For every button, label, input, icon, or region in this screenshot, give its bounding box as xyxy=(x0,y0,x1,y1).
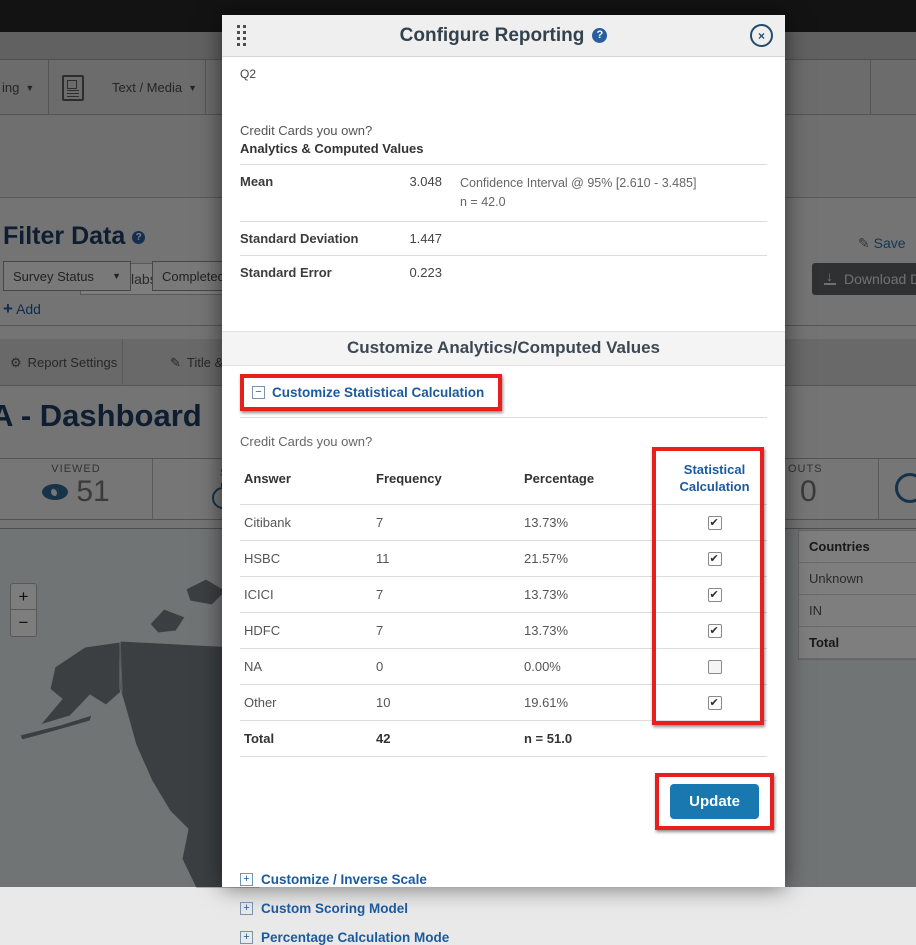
stddev-label: Standard Deviation xyxy=(240,231,392,246)
collapse-icon[interactable]: − xyxy=(252,386,265,399)
customize-statistical-calculation-link[interactable]: − Customize Statistical Calculation xyxy=(240,374,502,411)
table-row: HDFC 7 13.73% ✔ xyxy=(240,613,767,649)
stat-calc-checkbox[interactable]: ✔ xyxy=(708,696,722,710)
custom-scoring-model-link[interactable]: + Custom Scoring Model xyxy=(240,901,767,916)
analytics-row-mean: Mean 3.048 Confidence Interval @ 95% [2.… xyxy=(240,164,767,221)
confidence-interval: Confidence Interval @ 95% [2.610 - 3.485… xyxy=(460,174,696,212)
dialog-body: Q2 Credit Cards you own? Analytics & Com… xyxy=(222,57,785,945)
frequency-link[interactable]: 7 xyxy=(372,613,520,649)
dialog-title: Configure Reporting ? xyxy=(400,25,608,47)
table-row: Citibank 7 13.73% ✔ xyxy=(240,505,767,541)
expand-icon[interactable]: + xyxy=(240,931,253,944)
percentage-header: Percentage xyxy=(520,453,662,505)
frequency-link[interactable]: 11 xyxy=(372,541,520,577)
total-label: Total xyxy=(240,721,372,757)
more-customize-links: + Customize / Inverse Scale + Custom Sco… xyxy=(240,872,767,945)
table-header-row: Answer Frequency Percentage Statistical … xyxy=(240,453,767,505)
percentage-cell: 13.73% xyxy=(520,613,662,649)
stat-calc-table-wrap: Answer Frequency Percentage Statistical … xyxy=(240,453,767,758)
answer-cell: NA xyxy=(240,649,372,685)
stat-calc-checkbox[interactable]: ✔ xyxy=(708,660,722,674)
help-icon[interactable]: ? xyxy=(592,28,607,43)
total-n: n = 51.0 xyxy=(520,721,662,757)
table-row: Other 10 19.61% ✔ xyxy=(240,685,767,721)
expand-icon[interactable]: + xyxy=(240,902,253,915)
question-text-repeat: Credit Cards you own? xyxy=(240,434,767,449)
stderr-label: Standard Error xyxy=(240,265,392,280)
stddev-value: 1.447 xyxy=(392,231,442,246)
stat-calc-checkbox[interactable]: ✔ xyxy=(708,624,722,638)
update-button[interactable]: Update xyxy=(670,784,759,819)
percentage-cell: 13.73% xyxy=(520,505,662,541)
frequency-link[interactable]: 7 xyxy=(372,505,520,541)
frequency-link[interactable]: 10 xyxy=(372,685,520,721)
frequency-header: Frequency xyxy=(372,453,520,505)
stat-calc-header: Statistical Calculation xyxy=(662,453,767,505)
table-row: NA 0 0.00% ✔ xyxy=(240,649,767,685)
table-row: ICICI 7 13.73% ✔ xyxy=(240,577,767,613)
stat-calc-label: Customize Statistical Calculation xyxy=(272,385,484,400)
update-button-highlight: Update xyxy=(655,773,774,830)
percentage-cell: 19.61% xyxy=(520,685,662,721)
analytics-heading: Analytics & Computed Values xyxy=(240,141,767,164)
question-code: Q2 xyxy=(240,67,767,81)
customize-section-heading: Customize Analytics/Computed Values xyxy=(222,331,785,366)
answer-cell: ICICI xyxy=(240,577,372,613)
percentage-cell: 0.00% xyxy=(520,649,662,685)
mean-value: 3.048 xyxy=(392,174,442,212)
analytics-row-stderr: Standard Error 0.223 xyxy=(240,255,767,289)
answer-cell: Citibank xyxy=(240,505,372,541)
customize-inverse-scale-link[interactable]: + Customize / Inverse Scale xyxy=(240,872,767,887)
table-row: HSBC 11 21.57% ✔ xyxy=(240,541,767,577)
frequency-link[interactable]: 7 xyxy=(372,577,520,613)
answer-cell: Other xyxy=(240,685,372,721)
answer-cell: HDFC xyxy=(240,613,372,649)
update-button-area: Update xyxy=(240,773,774,830)
close-icon[interactable]: × xyxy=(750,24,773,47)
stat-calc-checkbox[interactable]: ✔ xyxy=(708,588,722,602)
total-frequency: 42 xyxy=(372,721,520,757)
question-text: Credit Cards you own? xyxy=(240,123,767,138)
drag-handle-icon[interactable] xyxy=(237,25,246,46)
stat-calc-table: Answer Frequency Percentage Statistical … xyxy=(240,453,767,758)
divider xyxy=(240,417,767,418)
answer-header: Answer xyxy=(240,453,372,505)
dialog-header: Configure Reporting ? × xyxy=(222,15,785,57)
analytics-row-stddev: Standard Deviation 1.447 xyxy=(240,221,767,255)
table-total-row: Total 42 n = 51.0 xyxy=(240,721,767,757)
stat-calc-checkbox[interactable]: ✔ xyxy=(708,516,722,530)
percentage-cell: 13.73% xyxy=(520,577,662,613)
percentage-cell: 21.57% xyxy=(520,541,662,577)
expand-icon[interactable]: + xyxy=(240,873,253,886)
answer-cell: HSBC xyxy=(240,541,372,577)
mean-label: Mean xyxy=(240,174,392,212)
frequency-link[interactable]: 0 xyxy=(372,649,520,685)
stat-calc-link-wrap: − Customize Statistical Calculation xyxy=(240,374,767,411)
stderr-value: 0.223 xyxy=(392,265,442,280)
configure-reporting-dialog: Configure Reporting ? × Q2 Credit Cards … xyxy=(222,15,785,887)
stat-calc-checkbox[interactable]: ✔ xyxy=(708,552,722,566)
percentage-calculation-mode-link[interactable]: + Percentage Calculation Mode xyxy=(240,930,767,945)
